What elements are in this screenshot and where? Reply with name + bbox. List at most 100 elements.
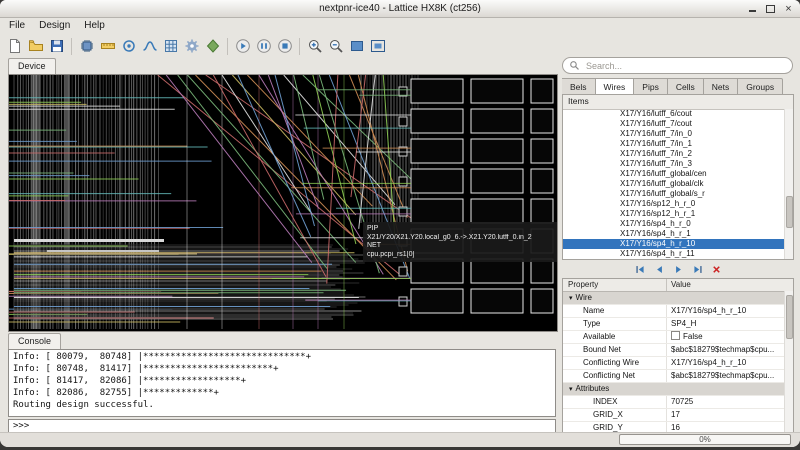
menubar: File Design Help bbox=[2, 18, 112, 33]
property-panel: Property Value Wire Name X17/Y16/sp4_h_r… bbox=[562, 278, 794, 433]
clear-selection-button[interactable] bbox=[711, 264, 722, 275]
go-next-button[interactable] bbox=[673, 264, 684, 275]
menu-item[interactable]: File bbox=[2, 18, 32, 33]
go-prev-button[interactable] bbox=[654, 264, 665, 275]
toolbar bbox=[4, 34, 388, 58]
property-row[interactable]: Available False bbox=[563, 331, 793, 344]
wire-item[interactable]: X17/Y16/lutff_6/cout bbox=[563, 109, 785, 119]
zoom-in-button[interactable] bbox=[304, 36, 325, 57]
property-row[interactable]: Bound Net $abc$18279$techmap$cpu... bbox=[563, 344, 793, 357]
panel-tab[interactable]: Pips bbox=[634, 78, 668, 95]
wire-item[interactable]: X17/Y16/lutff_global/s_r bbox=[563, 189, 785, 199]
settings-button[interactable] bbox=[181, 36, 202, 57]
console-line: Routing design successful. bbox=[13, 400, 154, 410]
property-scrollbar-thumb[interactable] bbox=[786, 295, 793, 339]
titlebar: nextpnr-ice40 - Lattice HX8K (ct256) bbox=[0, 0, 800, 18]
wire-item[interactable]: X17/Y16/lutff_global/clk bbox=[563, 179, 785, 189]
toolbar-separator bbox=[299, 37, 300, 55]
checkbox-icon[interactable] bbox=[671, 331, 680, 340]
items-list: X17/Y16/lutff_6/cout X17/Y16/lutff_7/cou… bbox=[563, 109, 785, 259]
pip-tooltip: PIP X21/Y20/X21.Y20.local_g0_6.->.X21.Y2… bbox=[363, 222, 557, 262]
wire-item[interactable]: X17/Y16/lutff_7/in_2 bbox=[563, 149, 785, 159]
property-row[interactable]: GRID_X 17 bbox=[563, 409, 793, 422]
wire-item[interactable]: X17/Y16/lutff_7/in_0 bbox=[563, 129, 785, 139]
tab-console[interactable]: Console bbox=[8, 333, 62, 350]
routing-canvas-icon bbox=[9, 75, 554, 329]
search-input[interactable] bbox=[584, 59, 786, 72]
property-row[interactable]: INDEX 70725 bbox=[563, 396, 793, 409]
wire-item[interactable]: X17/Y16/lutff_7/in_3 bbox=[563, 159, 785, 169]
window-title: nextpnr-ice40 - Lattice HX8K (ct256) bbox=[319, 3, 481, 14]
tooltip-pip-name: X21/Y20/X21.Y20.local_g0_6.->.X21.Y20.lu… bbox=[367, 233, 532, 241]
search-box bbox=[562, 57, 793, 74]
collapse-icon[interactable] bbox=[569, 384, 573, 395]
wire-item[interactable]: X17/Y16/sp12_h_r_0 bbox=[563, 199, 785, 209]
wire-item[interactable]: X17/Y16/sp4_h_r_1 bbox=[563, 229, 785, 239]
place-button[interactable] bbox=[118, 36, 139, 57]
pack-button[interactable] bbox=[76, 36, 97, 57]
route-button[interactable] bbox=[139, 36, 160, 57]
open-button[interactable] bbox=[25, 36, 46, 57]
menu-item[interactable]: Help bbox=[77, 18, 112, 33]
pause-button[interactable] bbox=[253, 36, 274, 57]
new-file-button[interactable] bbox=[4, 36, 25, 57]
property-row[interactable]: Attributes bbox=[563, 383, 793, 396]
items-scrollbar-thumb[interactable] bbox=[786, 196, 793, 228]
save-button[interactable] bbox=[46, 36, 67, 57]
wire-item[interactable]: X17/Y16/lutff_7/cout bbox=[563, 119, 785, 129]
grid-button[interactable] bbox=[160, 36, 181, 57]
toolbar-separator bbox=[71, 37, 72, 55]
tab-device[interactable]: Device bbox=[8, 58, 56, 75]
property-row[interactable]: Conflicting Wire X17/Y16/sp4_h_r_10 bbox=[563, 357, 793, 370]
console-prompt-input[interactable]: >>> bbox=[8, 419, 556, 433]
property-rows: Wire Name X17/Y16/sp4_h_r_10 Type SP4_H … bbox=[563, 292, 793, 432]
stop-button[interactable] bbox=[274, 36, 295, 57]
wire-item[interactable]: X17/Y16/sp4_h_r_11 bbox=[563, 249, 785, 259]
panel-tab[interactable]: Bels bbox=[562, 78, 596, 95]
assign-budget-button[interactable] bbox=[97, 36, 118, 57]
wire-item[interactable]: X17/Y16/sp4_h_r_0 bbox=[563, 219, 785, 229]
search-icon bbox=[570, 61, 579, 70]
items-scrollbar[interactable] bbox=[784, 109, 793, 259]
property-row[interactable]: Type SP4_H bbox=[563, 318, 793, 331]
panel-tab[interactable]: Nets bbox=[703, 78, 739, 95]
zoom-out-button[interactable] bbox=[325, 36, 346, 57]
device-viewport[interactable]: PIP X21/Y20/X21.Y20.local_g0_6.->.X21.Y2… bbox=[8, 74, 558, 332]
property-row[interactable]: Conflicting Net $abc$18279$techmap$cpu..… bbox=[563, 370, 793, 383]
property-scrollbar[interactable] bbox=[784, 291, 793, 432]
console-output[interactable]: Info: [ 80079, 80748] |*****************… bbox=[8, 349, 556, 417]
close-button[interactable] bbox=[782, 3, 795, 14]
zoom-selection-button[interactable] bbox=[346, 36, 367, 57]
property-row[interactable]: Wire bbox=[563, 292, 793, 305]
progress-bar: 0% bbox=[619, 434, 791, 445]
execute-python-button[interactable] bbox=[202, 36, 223, 57]
panel-tabs: Bels Wires Pips Cells Nets Groups bbox=[562, 78, 784, 95]
menu-item[interactable]: Design bbox=[32, 18, 77, 33]
panel-tab[interactable]: Groups bbox=[738, 78, 784, 95]
go-first-button[interactable] bbox=[635, 264, 646, 275]
maximize-button[interactable] bbox=[764, 3, 777, 14]
tooltip-net-name: cpu.pcpi_rs1[0] bbox=[367, 250, 415, 258]
window-controls bbox=[746, 3, 795, 14]
collapse-icon[interactable] bbox=[569, 293, 573, 304]
wire-item[interactable]: X17/Y16/sp12_h_r_1 bbox=[563, 209, 785, 219]
wire-item[interactable]: X17/Y16/lutff_global/cen bbox=[563, 169, 785, 179]
panel-tab[interactable]: Cells bbox=[667, 78, 704, 95]
go-last-button[interactable] bbox=[692, 264, 703, 275]
wire-item[interactable]: X17/Y16/lutff_7/in_1 bbox=[563, 139, 785, 149]
console-line: Info: [ 81417, 82086] |*****************… bbox=[13, 376, 246, 386]
minimize-button[interactable] bbox=[746, 3, 759, 14]
zoom-outbound-button[interactable] bbox=[367, 36, 388, 57]
property-row[interactable]: Name X17/Y16/sp4_h_r_10 bbox=[563, 305, 793, 318]
property-table-header[interactable]: Property Value bbox=[563, 279, 793, 292]
toolbar-separator bbox=[227, 37, 228, 55]
value-column-header[interactable]: Value bbox=[667, 279, 793, 291]
panel-tab[interactable]: Wires bbox=[595, 78, 635, 95]
property-column-header[interactable]: Property bbox=[563, 279, 667, 291]
console-line: Info: [ 82086, 82755] |*************+ bbox=[13, 388, 219, 398]
wire-item[interactable]: X17/Y16/sp4_h_r_10 bbox=[563, 239, 785, 249]
main-window: nextpnr-ice40 - Lattice HX8K (ct256) Fil… bbox=[0, 0, 800, 447]
console-line: Info: [ 80079, 80748] |*****************… bbox=[13, 352, 312, 362]
items-header: Items bbox=[563, 95, 793, 110]
play-button[interactable] bbox=[232, 36, 253, 57]
